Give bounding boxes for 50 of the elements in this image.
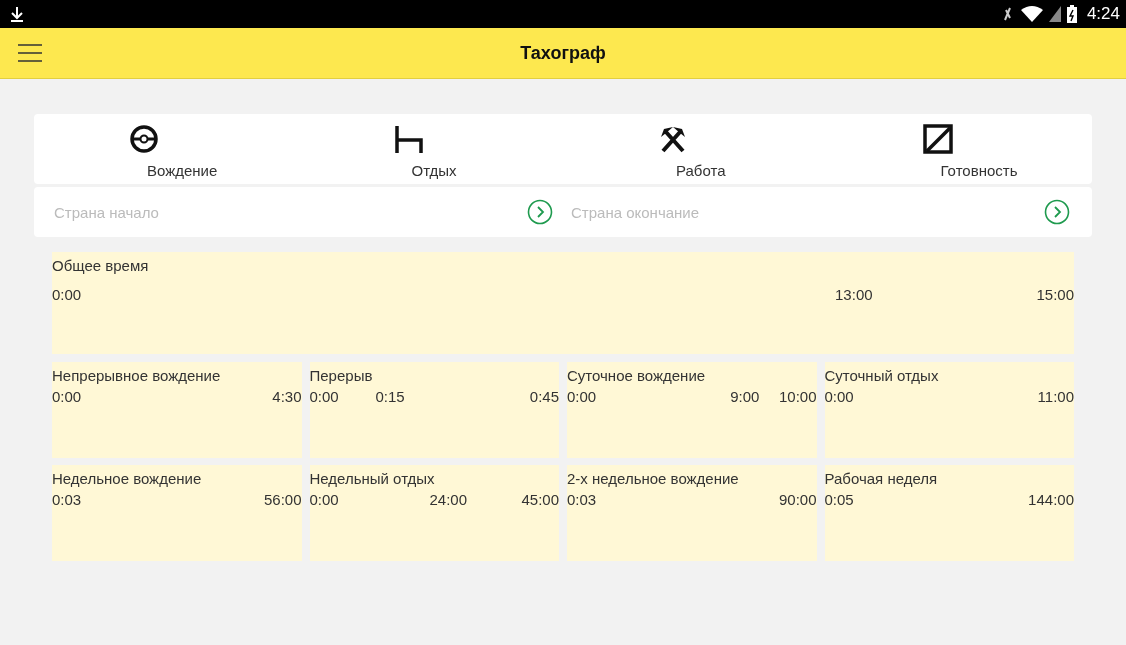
time-value: 0:03 <box>52 491 82 508</box>
country-field[interactable]: Страна начало <box>52 202 527 222</box>
time-value: 0:00 <box>567 388 597 405</box>
battery-icon <box>1066 5 1077 23</box>
time-value: 0:00 <box>309 491 339 508</box>
panel-title: Суточный отдых <box>824 366 940 384</box>
arrow-circle-icon <box>1044 199 1070 225</box>
time-value: 144:00 <box>1028 491 1074 508</box>
mode-button[interactable]: Вождение <box>34 114 299 184</box>
time-value: 0:00 <box>52 388 82 405</box>
time-value: 0:00 <box>52 286 82 303</box>
time-value: 15:00 <box>1036 286 1074 303</box>
slashed-square-icon <box>922 124 953 154</box>
mode-button[interactable]: Готовность <box>827 114 1092 184</box>
time-value: 0:00 <box>309 388 339 405</box>
time-value: 90:00 <box>778 491 817 508</box>
time-value: 0:00 <box>824 388 854 405</box>
time-value: 0:15 <box>375 388 405 405</box>
time-value: 13:00 <box>835 286 873 303</box>
panel-title: Рабочая неделя <box>824 469 939 487</box>
time-value: 10:00 <box>778 388 817 405</box>
time-value: 56:00 <box>263 491 302 508</box>
panel-title: Перерыв <box>309 366 374 384</box>
bed-icon <box>393 124 424 154</box>
wifi-icon <box>1020 6 1043 22</box>
panel-title: Недельный отдых <box>309 469 436 487</box>
clock-time: 4:24 <box>1086 4 1120 24</box>
country-field[interactable]: Страна окончание <box>569 202 1044 222</box>
time-value: 24:00 <box>429 491 467 508</box>
crossed-hammers-icon <box>658 124 688 154</box>
time-value: 0:05 <box>824 491 854 508</box>
menu-icon <box>18 44 42 62</box>
mode-button[interactable]: Отдых <box>298 114 563 184</box>
time-value: 4:30 <box>272 388 302 405</box>
time-value: 0:45 <box>529 388 559 405</box>
time-value: 0:03 <box>567 491 597 508</box>
panel-title: 2-х недельное вождение <box>567 469 740 487</box>
time-value: 9:00 <box>730 388 760 405</box>
app-title: Тахограф <box>520 42 606 64</box>
panel-title: Общее время <box>52 256 150 274</box>
steering-wheel-icon <box>129 124 159 154</box>
signal-icon <box>1048 6 1061 22</box>
mode-button[interactable]: Работа <box>563 114 828 184</box>
panel-title: Недельное вождение <box>52 469 203 487</box>
time-value: 11:00 <box>1037 388 1074 405</box>
arrow-circle-icon <box>527 199 553 225</box>
download-icon <box>10 6 24 22</box>
time-value: 45:00 <box>521 491 559 508</box>
panel-title: Суточное вождение <box>567 366 707 384</box>
panel-title: Непрерывное вождение <box>52 366 222 384</box>
